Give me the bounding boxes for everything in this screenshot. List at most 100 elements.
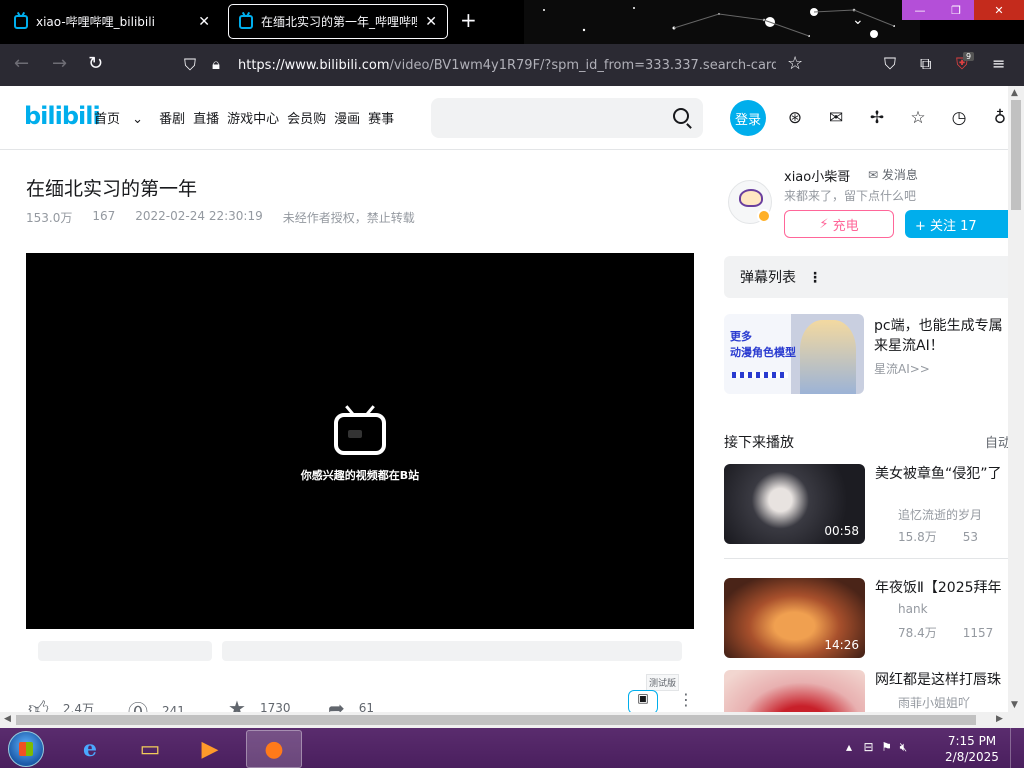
danmaku-list-panel[interactable]: 弹幕列表 ⋮ <box>724 256 1008 298</box>
system-clock[interactable]: 7:15 PM 2/8/2025 <box>942 733 1002 765</box>
vip-icon[interactable]: ⊛ <box>785 108 805 128</box>
history-clock-icon[interactable]: ◷ <box>949 108 969 128</box>
tab-close-icon[interactable]: ✕ <box>198 14 210 30</box>
charge-button[interactable]: ⚡︎ 充电 <box>784 210 894 238</box>
uploader-name[interactable]: xiao小柴哥 <box>784 166 850 185</box>
coin-button[interactable]: ⓪ 241 <box>128 696 185 712</box>
more-options-icon[interactable]: ⋮ <box>678 690 694 709</box>
scroll-left-arrow-icon[interactable]: ◀ <box>4 714 11 724</box>
ad-image[interactable]: 更多 动漫角色模型 <box>724 314 864 394</box>
nav-home[interactable]: 首页 ⌄ <box>94 108 151 127</box>
tracking-protection-shield-icon[interactable]: ⛉ <box>184 55 196 75</box>
send-message-label: 发消息 <box>881 168 918 182</box>
ad-title[interactable]: pc端，也能生成专属来星流AI！ <box>874 316 1008 356</box>
network-icon[interactable]: ⊟ <box>863 740 873 754</box>
video-thumbnail[interactable]: 14:26 <box>724 578 865 658</box>
bilibili-logo[interactable]: bilibili <box>24 102 101 130</box>
ai-assistant-button[interactable]: ▣ <box>628 690 658 712</box>
file-explorer-icon[interactable]: ▭ <box>122 730 178 768</box>
share-button[interactable]: ➦ 61 <box>328 696 374 712</box>
nav-live[interactable]: 直播 <box>193 108 219 127</box>
minimize-button[interactable]: — <box>902 0 938 20</box>
search-input[interactable] <box>431 98 703 138</box>
action-center-flag-icon[interactable]: ⚑ <box>881 740 892 754</box>
publish-date: 2022-02-24 22:30:19 <box>135 209 263 223</box>
login-button[interactable]: 登录 <box>730 100 766 136</box>
vertical-scrollbar[interactable]: ▲ ▼ <box>1008 86 1024 712</box>
more-vertical-icon[interactable]: ⋮ <box>808 270 822 286</box>
autoplay-toggle[interactable]: 自动 <box>985 432 1008 451</box>
scroll-right-arrow-icon[interactable]: ▶ <box>996 714 1003 724</box>
video-card-title[interactable]: 年夜饭Ⅱ【2025拜年 <box>875 578 1008 598</box>
danmaku-count: 167 <box>92 209 116 223</box>
menu-hamburger-icon[interactable]: ≡ <box>992 54 1005 73</box>
like-button[interactable]: 👍︎ 2.4万 <box>28 696 94 712</box>
video-card-author[interactable]: hank <box>898 602 928 616</box>
url-bar[interactable]: https://www.bilibili.com/video/BV1wm4y1R… <box>238 51 776 79</box>
recommended-video-card[interactable]: 14:26 年夜饭Ⅱ【2025拜年 hank 78.4万 1157 <box>724 578 1008 660</box>
video-card-author[interactable]: 追忆流逝的岁月 <box>898 506 982 523</box>
url-text[interactable]: https://www.bilibili.com/video/BV1wm4y1R… <box>238 58 776 73</box>
scroll-down-arrow-icon[interactable]: ▼ <box>1011 700 1018 710</box>
nav-mall[interactable]: 会员购 <box>287 108 326 127</box>
start-button[interactable] <box>8 731 44 767</box>
nav-esports[interactable]: 赛事 <box>368 108 394 127</box>
dynamic-icon[interactable]: ✢ <box>867 108 887 128</box>
follow-button[interactable]: + 关注 17 <box>905 210 1008 238</box>
bilibili-tv-icon <box>334 413 386 455</box>
back-arrow-icon[interactable]: ← <box>14 53 29 74</box>
tab-title: 在缅北实习的第一年_哔哩哔哩_ <box>261 15 418 29</box>
nav-game-center[interactable]: 游戏中心 <box>227 108 279 127</box>
video-card-title[interactable]: 美女被章鱼“侵犯”了 <box>875 464 1008 484</box>
search-icon[interactable] <box>673 108 689 124</box>
media-player-icon[interactable]: ▶ <box>182 730 238 768</box>
test-version-badge: 测试版 <box>646 674 680 691</box>
extension-badge: 9 <box>963 52 975 61</box>
nav-manga[interactable]: 漫画 <box>334 108 360 127</box>
scrollbar-thumb[interactable] <box>1011 100 1021 210</box>
ad-decoration <box>732 372 788 378</box>
firefox-icon[interactable]: ● <box>246 730 302 768</box>
reload-icon[interactable]: ↻ <box>88 53 103 74</box>
recommended-video-card[interactable]: 00:58 美女被章鱼“侵犯”了 追忆流逝的岁月 15.8万 53 <box>724 464 1008 546</box>
tab-current-video[interactable]: 在缅北实习的第一年_哔哩哔哩_ ✕ <box>228 4 448 39</box>
tab-close-icon[interactable]: ✕ <box>425 14 437 30</box>
avatar-face <box>739 189 763 207</box>
window-close-button[interactable]: ✕ <box>974 0 1024 20</box>
restore-button[interactable]: ❐ <box>938 0 974 20</box>
scroll-up-arrow-icon[interactable]: ▲ <box>1011 88 1018 98</box>
forward-arrow-icon[interactable]: → <box>52 53 67 74</box>
player-slogan: 你感兴趣的视频都在B站 <box>300 469 420 482</box>
video-player[interactable]: 你感兴趣的视频都在B站 <box>26 253 694 629</box>
internet-explorer-icon[interactable]: e <box>62 730 118 768</box>
video-card-title[interactable]: 网红都是这样打唇珠 <box>875 670 1008 690</box>
bookmark-star-icon[interactable]: ☆ <box>787 53 803 74</box>
message-icon[interactable]: ✉ <box>826 108 846 128</box>
nav-anime[interactable]: 番剧 <box>159 108 185 127</box>
video-card-author[interactable]: 雨菲小姐姐吖 <box>898 694 970 711</box>
horizontal-scrollbar[interactable]: ◀ ▶ <box>0 712 1024 728</box>
ad-link[interactable]: 星流AI>> <box>874 360 930 377</box>
pocket-icon[interactable]: ⛉ <box>884 54 896 74</box>
favorites-star-icon[interactable]: ☆ <box>908 108 928 128</box>
favorite-button[interactable]: ★ 1730 <box>228 696 290 712</box>
show-desktop-button[interactable] <box>1010 728 1024 768</box>
scrollbar-thumb[interactable] <box>16 715 976 725</box>
volume-muted-icon[interactable]: 🔇︎ <box>900 740 908 754</box>
send-message-link[interactable]: ✉ 发消息 <box>868 166 918 183</box>
tab-bilibili-home[interactable]: xiao-哔哩哔哩_bilibili ✕ <box>4 4 220 39</box>
list-all-tabs-icon[interactable]: ⌄ <box>852 12 864 28</box>
bilibili-favicon-icon <box>14 14 28 29</box>
show-hidden-icons-icon[interactable]: ▴ <box>846 740 852 754</box>
nav-home-label: 首页 <box>94 112 121 127</box>
uploader-avatar[interactable] <box>728 180 772 224</box>
tab-title: xiao-哔哩哔哩_bilibili <box>36 15 155 29</box>
lock-icon[interactable]: 🔒︎ <box>212 55 220 73</box>
recommended-video-card[interactable]: 网红都是这样打唇珠 雨菲小姐姐吖 <box>724 670 1008 712</box>
thumbs-up-icon: 👍︎ <box>28 696 49 712</box>
extensions-icon[interactable]: ⧉ <box>920 54 931 74</box>
video-thumbnail[interactable] <box>724 670 865 712</box>
creative-bulb-icon[interactable]: ♁ <box>990 108 1008 128</box>
video-thumbnail[interactable]: 00:58 <box>724 464 865 544</box>
new-tab-button[interactable]: + <box>460 8 477 32</box>
